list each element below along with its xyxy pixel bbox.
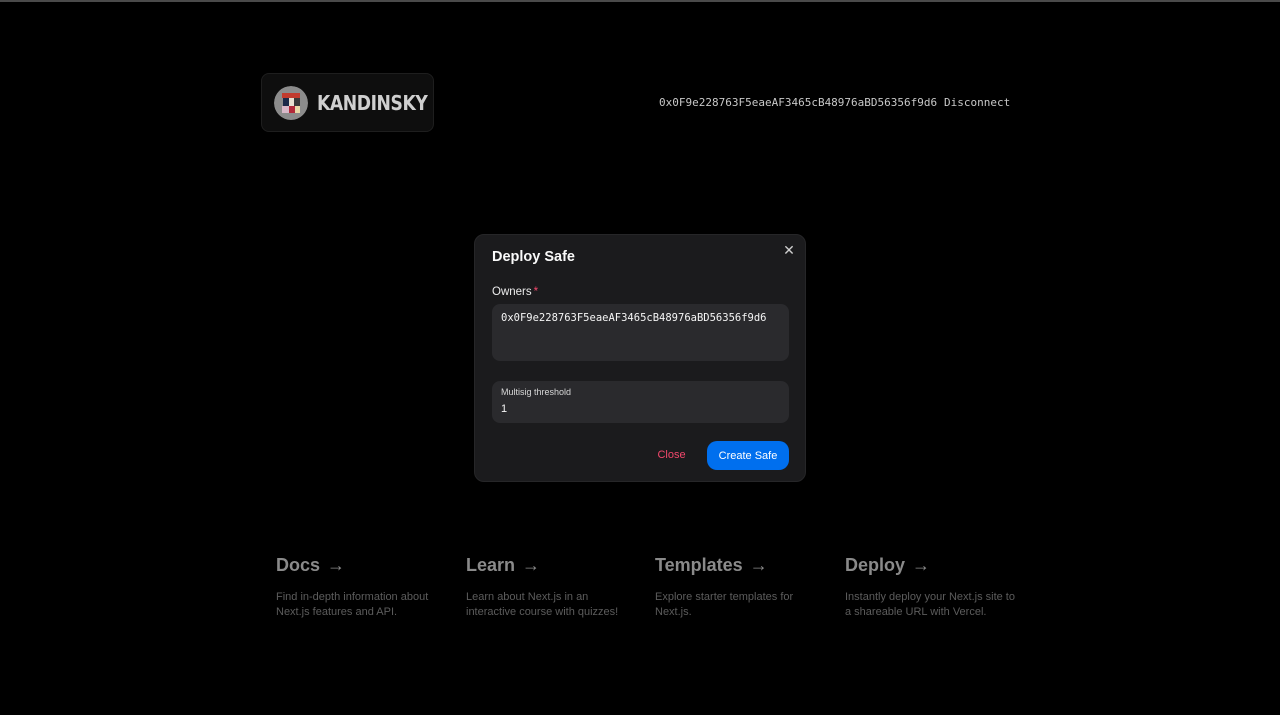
card-description: Find in-depth information about Next.js … xyxy=(276,591,429,618)
brand-logo[interactable]: KANDINSKY xyxy=(261,73,434,132)
kandinsky-logo-icon xyxy=(274,85,308,120)
required-mark: * xyxy=(533,286,539,298)
close-icon[interactable]: ✕ xyxy=(782,242,796,258)
card-title-text: Learn xyxy=(466,555,516,575)
top-border xyxy=(0,0,1280,2)
card-title: Docs → xyxy=(276,555,446,576)
threshold-label: Multisig threshold xyxy=(501,387,572,397)
card-title: Deploy → xyxy=(845,555,1015,576)
create-safe-button[interactable]: Create Safe xyxy=(707,441,789,470)
wallet-address: 0x0F9e228763F5eaeAF3465cB48976aBD56356f9… xyxy=(659,96,938,109)
owners-label: Owners * xyxy=(492,286,538,298)
card-learn[interactable]: Learn → Learn about Next.js in an intera… xyxy=(466,555,636,620)
card-title-text: Deploy xyxy=(845,555,906,575)
arrow-right-icon: → xyxy=(522,555,541,575)
owners-textarea[interactable]: 0x0F9e228763F5eaeAF3465cB48976aBD56356f9… xyxy=(492,304,789,361)
card-docs[interactable]: Docs → Find in-depth information about N… xyxy=(276,555,446,620)
brand-name: KANDINSKY xyxy=(317,90,428,115)
owners-label-text: Owners xyxy=(492,286,532,298)
threshold-field[interactable]: Multisig threshold xyxy=(492,381,789,423)
card-description: Learn about Next.js in an interactive co… xyxy=(466,591,619,618)
disconnect-button[interactable]: Disconnect xyxy=(944,96,1010,109)
arrow-right-icon: → xyxy=(912,555,931,575)
threshold-input[interactable] xyxy=(501,401,771,417)
modal-title: Deploy Safe xyxy=(492,249,575,265)
deploy-safe-modal: ✕ Deploy Safe Owners * 0x0F9e228763F5eaeA… xyxy=(474,234,806,482)
card-title-text: Docs xyxy=(276,555,321,575)
card-description: Explore starter templates for Next.js. xyxy=(655,591,794,618)
card-templates[interactable]: Templates → Explore starter templates fo… xyxy=(655,555,825,620)
arrow-right-icon: → xyxy=(749,555,768,575)
arrow-right-icon: → xyxy=(327,555,346,575)
card-deploy[interactable]: Deploy → Instantly deploy your Next.js s… xyxy=(845,555,1015,620)
close-button[interactable]: Close xyxy=(646,441,697,469)
card-title-text: Templates xyxy=(655,555,743,575)
card-title: Templates → xyxy=(655,555,825,576)
card-description: Instantly deploy your Next.js site to a … xyxy=(845,591,1015,618)
card-title: Learn → xyxy=(466,555,636,576)
